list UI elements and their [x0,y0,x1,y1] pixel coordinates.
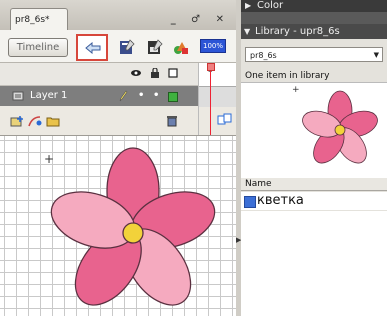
flower-center [122,222,144,244]
frame-track [199,86,237,108]
add-guide-icon[interactable] [28,115,42,127]
color-panel-title: Color [257,0,284,11]
back-to-scene-button[interactable] [76,34,108,61]
layer-icon [12,91,24,101]
right-panel: ▶ Color ▼ Library - upr8_6s pr8_6s ▼ One… [241,0,387,316]
library-list-empty [241,211,387,316]
flower-preview [302,90,378,164]
library-column-header[interactable]: Name [241,178,387,191]
trash-icon[interactable] [166,115,178,127]
arrow-left-icon [85,42,101,54]
expand-arrow-icon: ▶ [245,1,252,10]
add-layer-icon[interactable] [10,115,24,127]
edit-symbol-icon[interactable] [146,38,164,56]
add-folder-icon[interactable] [46,115,60,127]
playhead-handle[interactable] [207,63,215,71]
layer-color-swatch[interactable] [168,92,178,102]
flower-symbol[interactable] [0,136,236,316]
document-tab[interactable]: pr8_6s* [10,8,68,30]
edit-bar: Timeline 100% [0,30,236,63]
color-panel-header[interactable]: ▶ Color [241,0,387,12]
library-panel-title: Library - upr8_6s [255,26,340,37]
library-item-count: One item in library [245,71,330,81]
frame-ruler[interactable]: 5 [198,63,237,135]
library-item-name: кветка [257,193,304,208]
onion-skin-icon[interactable] [217,113,233,127]
timeline-button[interactable]: Timeline [8,38,68,57]
layer-dot-visibility[interactable]: • [138,86,144,106]
outline-icon[interactable] [168,68,178,78]
zoom-field[interactable]: 100% [200,39,226,53]
library-item-row[interactable]: кветка [241,192,387,210]
lock-icon[interactable] [150,68,160,78]
playhead[interactable] [207,63,215,135]
library-select-value: pr8_6s [250,51,277,60]
library-spacer [241,39,387,47]
panel-separator [241,12,387,24]
shapes-icon[interactable] [172,38,190,56]
library-panel-header[interactable]: ▼ Library - upr8_6s [241,24,387,39]
library-preview: + [241,82,387,180]
edit-scene-icon[interactable] [118,38,136,56]
window-controls[interactable]: _ ♂ ✕ [171,14,230,25]
pencil-icon [119,90,128,102]
document-titlebar: pr8_6s* _ ♂ ✕ [0,0,236,30]
playhead-line [210,71,211,135]
layer-name: Layer 1 [30,90,68,101]
column-name-label: Name [245,179,272,189]
eye-icon[interactable] [130,68,142,78]
document-window: pr8_6s* _ ♂ ✕ Timeline 100% Layer 1 • • … [0,0,237,316]
stage-canvas[interactable]: + [0,136,236,316]
chevron-down-icon: ▼ [373,51,379,59]
library-select[interactable]: pr8_6s ▼ [245,47,383,62]
symbol-icon [244,196,256,208]
flash-ide-window: pr8_6s* _ ♂ ✕ Timeline 100% Layer 1 • • … [0,0,387,316]
collapse-arrow-icon: ▼ [244,27,251,36]
layer-dot-lock[interactable]: • [153,86,159,106]
